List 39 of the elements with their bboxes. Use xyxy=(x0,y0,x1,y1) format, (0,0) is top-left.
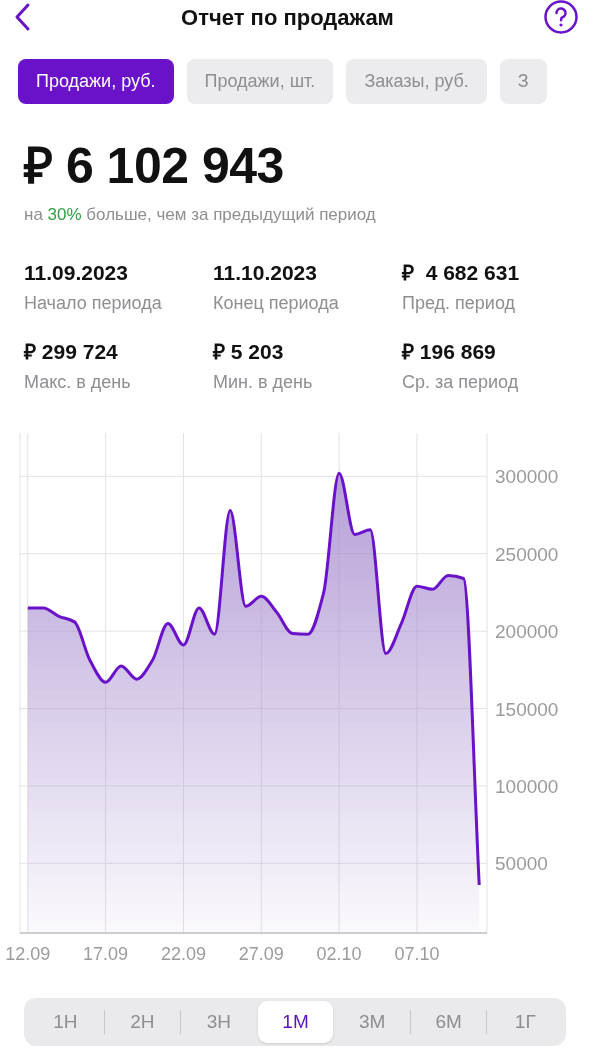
total-sales: ₽ 6 102 943 xyxy=(22,138,285,194)
metric-tab[interactable]: Продажи, руб. xyxy=(18,59,174,104)
stat-label: Ср. за период xyxy=(402,370,520,393)
x-axis-label: 12.09 xyxy=(5,943,51,964)
metric-tab[interactable]: Продажи, шт. xyxy=(186,59,334,104)
period-option[interactable]: 1М xyxy=(257,1001,334,1043)
stat-label: Пред. период xyxy=(402,291,516,314)
x-axis-label: 22.09 xyxy=(160,943,206,964)
stat-label: Начало периода xyxy=(24,291,163,314)
stat-value: ₽ 299 724 xyxy=(24,338,119,365)
x-axis-label: 02.10 xyxy=(316,943,362,964)
metric-tab[interactable]: Заказы, руб. xyxy=(346,59,487,104)
y-axis-label: 50000 xyxy=(495,852,548,874)
y-axis-label: 150000 xyxy=(495,698,559,720)
y-axis-label: 100000 xyxy=(495,775,559,797)
metric-tab[interactable]: З xyxy=(499,59,547,104)
stat-value: ₽ 196 869 xyxy=(402,338,497,365)
y-axis-label: 200000 xyxy=(495,620,559,642)
period-option[interactable]: 6М xyxy=(410,1001,487,1043)
stat-value: 11.09.2023 xyxy=(24,259,129,286)
period-option[interactable]: 1Н xyxy=(27,1001,104,1043)
y-axis-label: 300000 xyxy=(495,465,559,487)
comparison-text: на 30% больше, чем за предыдущий период xyxy=(23,204,377,226)
x-axis-label: 07.10 xyxy=(394,943,440,964)
period-option[interactable]: 3Н xyxy=(181,1001,257,1043)
x-axis-label: 17.09 xyxy=(83,943,129,964)
stat-label: Мин. в день xyxy=(213,370,314,393)
help-icon[interactable] xyxy=(543,0,579,35)
x-axis-label: 27.09 xyxy=(238,943,284,964)
stat-value: 11.10.2023 xyxy=(213,259,318,286)
page-title: Отчет по продажам xyxy=(181,3,394,32)
period-option[interactable]: 1Г xyxy=(487,1001,564,1043)
stat-value: ₽ 4 682 631 xyxy=(402,259,521,286)
stat-value: ₽ 5 203 xyxy=(213,338,285,365)
stat-label: Макс. в день xyxy=(24,370,132,393)
y-axis-label: 250000 xyxy=(495,543,559,565)
period-option[interactable]: 2Н xyxy=(104,1001,181,1043)
period-option[interactable]: 3М xyxy=(334,1001,410,1043)
stat-label: Конец периода xyxy=(213,291,340,314)
